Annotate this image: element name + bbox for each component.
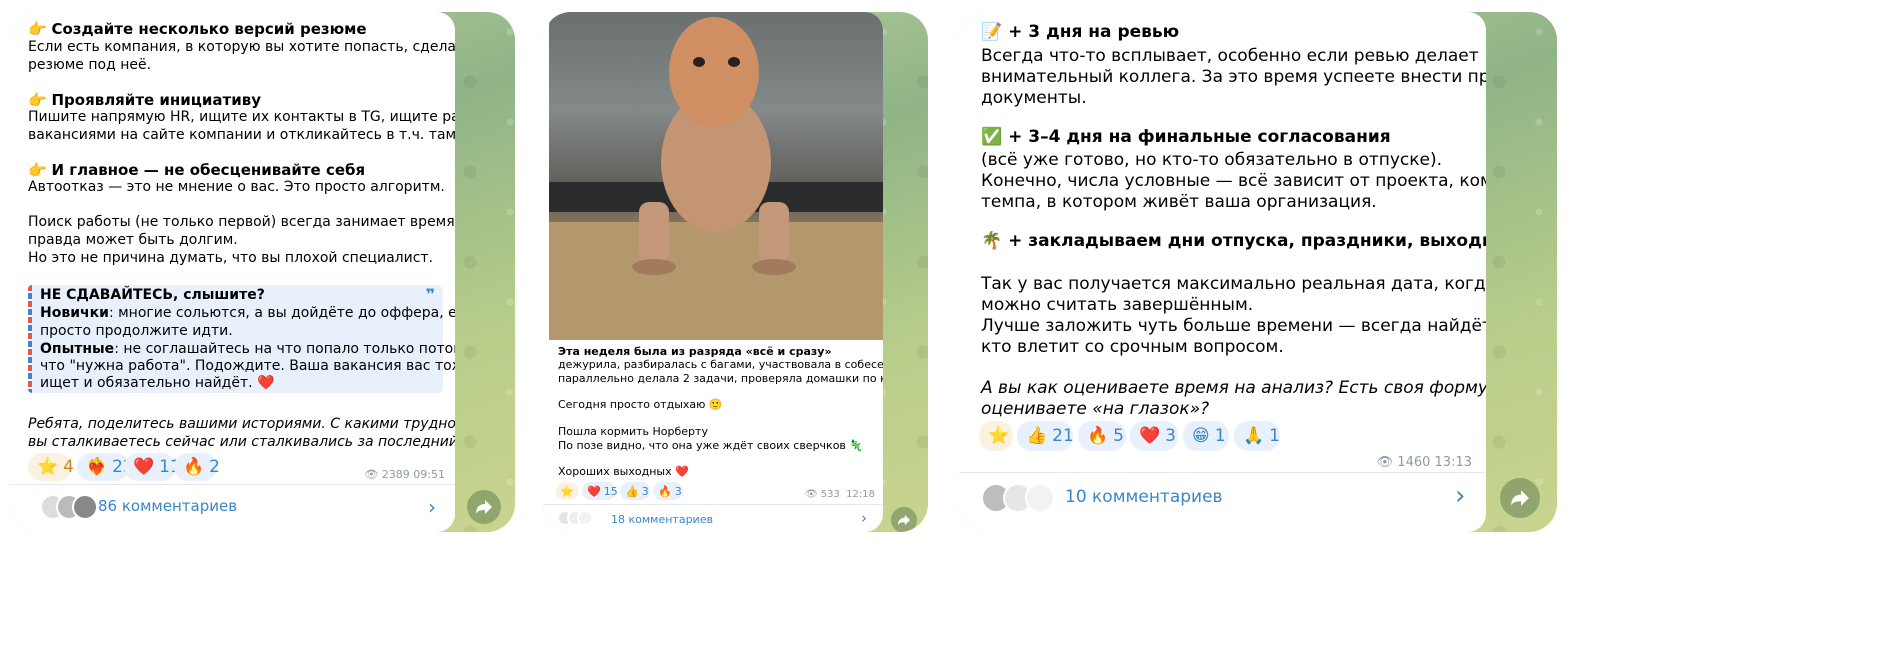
post-time: 09:51 <box>413 468 445 481</box>
section-text: темпа, в котором живёт ваша организация. <box>981 192 1377 212</box>
message-bubble: 📝 + 3 дня на ревью Всегда что-то всплыва… <box>959 12 1486 532</box>
pointing-hand-icon: 👉 <box>28 161 47 179</box>
avatar <box>72 494 98 520</box>
section-heading: ✅ + 3–4 дня на финальные согласования <box>981 127 1391 147</box>
avatar <box>577 510 593 526</box>
post-italic-line: А вы как оцениваете время на анализ? Ест… <box>981 378 1486 398</box>
avatar <box>1025 483 1055 513</box>
post-panel-3: 📝 + 3 дня на ревью Всегда что-то всплыва… <box>959 12 1557 532</box>
share-button[interactable] <box>1500 478 1540 518</box>
post-line: 👉 Проявляйте инициативу <box>28 91 262 109</box>
reaction-pray[interactable]: 🙏 1 <box>1234 421 1280 451</box>
reaction-heart[interactable]: ❤️ 3 <box>1130 421 1178 451</box>
chevron-right-icon: › <box>1455 481 1466 511</box>
post-line: Пишите напрямую HR, ищите их контакты в … <box>28 109 455 125</box>
quote-line: Опытные: не соглашайтесь на что попало т… <box>40 341 455 357</box>
post-italic-line: вы сталкиваетесь сейчас или сталкивались… <box>28 434 455 450</box>
view-count: 👁 533 12:18 <box>804 489 875 500</box>
post-italic-line: Ребята, поделитесь вашими историями. С к… <box>28 416 455 432</box>
chevron-right-icon: › <box>861 509 867 527</box>
quote-line: просто продолжите идти. <box>40 323 233 339</box>
message-bubble: Эта неделя была из разряда «всё и сразу»… <box>543 12 883 532</box>
post-line: вакансиями на сайте компании и откликайт… <box>28 127 455 143</box>
reaction-heart[interactable]: ❤️ 15 <box>582 482 618 500</box>
reaction-fire[interactable]: 🔥 2 <box>174 453 220 481</box>
reaction-heart[interactable]: ❤️ 11 <box>124 453 181 481</box>
lizard-photo[interactable] <box>549 12 883 340</box>
post-line: Автоотказ — это не мнение о вас. Это про… <box>28 179 445 195</box>
reaction-grin[interactable]: 😁 1 <box>1183 421 1229 451</box>
share-button[interactable] <box>467 490 501 524</box>
section-text: Лучше заложить чуть больше времени — все… <box>981 316 1486 336</box>
quote-line: ищет и обязательно найдёт. ❤️ <box>40 375 275 391</box>
pointing-hand-icon: 👉 <box>28 91 47 109</box>
quote-title: НЕ СДАВАЙТЕСЬ, слышите? <box>40 287 265 303</box>
caption-line: Хороших выходных ❤️ <box>558 465 689 478</box>
comments-row[interactable]: 86 комментариев › <box>10 485 455 532</box>
post-line: 👉 Создайте несколько версий резюме <box>28 20 367 38</box>
section-text: (всё уже готово, но кто-то обязательно в… <box>981 150 1443 170</box>
comments-row[interactable]: 10 комментариев › <box>959 473 1486 532</box>
comments-link[interactable]: 18 комментариев <box>611 513 713 526</box>
post-italic-line: оцениваете «на глазок»? <box>981 399 1210 419</box>
caption-line: дежурила, разбиралась с багами, участвов… <box>558 358 883 371</box>
reaction-fire[interactable]: 🔥 5 <box>1078 421 1126 451</box>
share-arrow-icon <box>1511 490 1529 506</box>
share-arrow-icon <box>476 500 492 514</box>
caption-line: параллельно делала 2 задачи, проверяла д… <box>558 372 883 385</box>
caption-title: Эта неделя была из разряда «всё и сразу» <box>558 345 832 358</box>
quote-stripe <box>28 285 32 393</box>
reaction-heart-fire[interactable]: ❤️‍🔥 22 <box>77 453 134 481</box>
section-text: Так у вас получается максимально реальна… <box>981 274 1486 294</box>
quote-line: Новички: многие сольются, а вы дойдёте д… <box>40 305 455 321</box>
reaction-thumbs-up[interactable]: 👍 21 <box>1017 421 1074 451</box>
view-count: 👁 1460 13:13 <box>1376 455 1472 470</box>
section-text: можно считать завершённым. <box>981 295 1254 315</box>
section-heading: 📝 + 3 дня на ревью <box>981 22 1180 42</box>
post-line: Поиск работы (не только первой) всегда з… <box>28 214 455 230</box>
quote-mark-icon: ❞ <box>425 285 435 304</box>
eye-icon: 👁 <box>804 489 818 500</box>
section-text: Всегда что-то всплывает, особенно если р… <box>981 46 1479 66</box>
section-text: внимательный коллега. За это время успее… <box>981 67 1486 87</box>
share-button[interactable] <box>891 507 917 532</box>
bearded-dragon-image <box>549 17 883 340</box>
reaction-star[interactable]: ⭐ <box>556 482 578 500</box>
section-text: Конечно, числа условные — всё зависит от… <box>981 171 1486 191</box>
view-count: 👁 2389 09:51 <box>364 468 445 481</box>
quote-line: что "нужна работа". Подождите. Ваша вака… <box>40 358 455 374</box>
reaction-star[interactable]: ⭐ 4 <box>28 453 74 481</box>
eye-icon: 👁 <box>1376 455 1394 470</box>
post-line: 👉 И главное — не обесценивайте себя <box>28 161 366 179</box>
share-arrow-icon <box>898 514 910 526</box>
comments-link[interactable]: 10 комментариев <box>1065 487 1223 507</box>
caption-line: Пошла кормить Норберту <box>558 425 708 438</box>
eye-icon: 👁 <box>364 468 379 481</box>
reaction-star[interactable]: ⭐ <box>979 421 1013 451</box>
caption-line: По позе видно, что она уже ждёт своих св… <box>558 439 864 452</box>
reaction-fire[interactable]: 🔥 3 <box>653 482 683 500</box>
post-panel-2: Эта неделя была из разряда «всё и сразу»… <box>543 12 928 532</box>
comments-link[interactable]: 86 комментариев <box>98 497 237 515</box>
section-heading: 🌴 + закладываем дни отпуска, праздники, … <box>981 231 1486 251</box>
post-time: 13:13 <box>1434 455 1472 470</box>
comments-row[interactable]: 18 комментариев › <box>543 505 883 532</box>
post-line: Но это не причина думать, что вы плохой … <box>28 250 434 266</box>
post-line: правда может быть долгим. <box>28 232 238 248</box>
chevron-right-icon: › <box>428 495 436 519</box>
post-line: Если есть компания, в которую вы хотите … <box>28 39 455 55</box>
post-line: резюме под неё. <box>28 57 152 73</box>
reaction-thumbs-up[interactable]: 👍 3 <box>620 482 650 500</box>
message-bubble: 👉 Создайте несколько версий резюме Если … <box>10 12 455 532</box>
section-text: кто влетит со срочным вопросом. <box>981 337 1284 357</box>
section-text: документы. <box>981 88 1087 108</box>
pointing-hand-icon: 👉 <box>28 20 47 38</box>
caption-line: Сегодня просто отдыхаю 🙂 <box>558 398 723 411</box>
quote-block: НЕ СДАВАЙТЕСЬ, слышите? Новички: многие … <box>28 285 455 393</box>
post-time: 12:18 <box>846 489 875 500</box>
post-panel-1: 👉 Создайте несколько версий резюме Если … <box>10 12 515 532</box>
